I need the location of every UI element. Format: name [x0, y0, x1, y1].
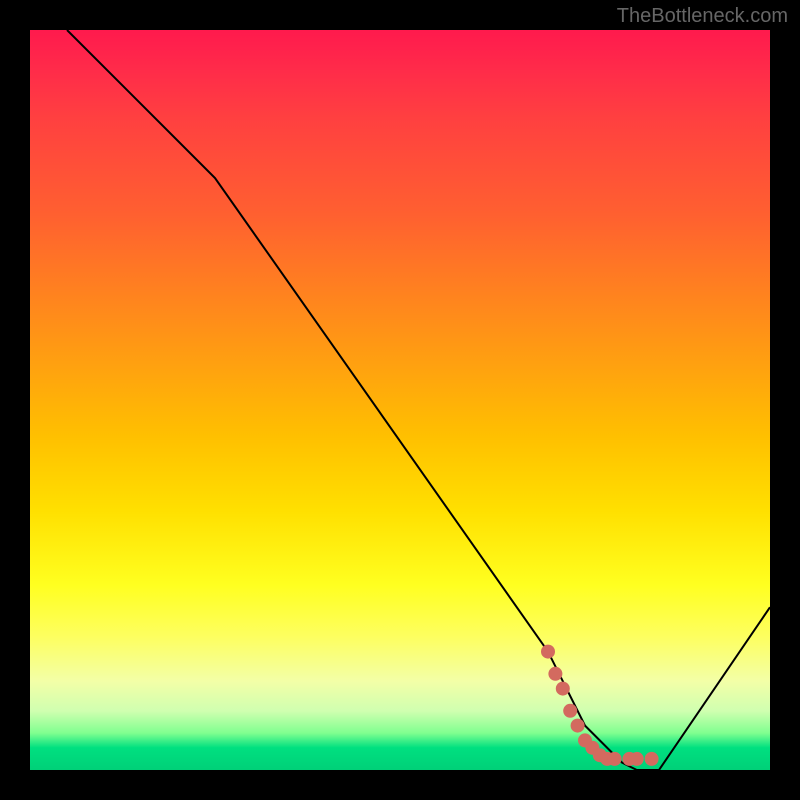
highlight-dot [556, 682, 570, 696]
highlight-dot [571, 719, 585, 733]
bottleneck-curve-line [67, 30, 770, 770]
chart-svg [30, 30, 770, 770]
highlight-dot [645, 752, 659, 766]
highlight-dot [563, 704, 577, 718]
highlight-dot [548, 667, 562, 681]
highlight-dot [608, 752, 622, 766]
highlight-dot [541, 645, 555, 659]
highlight-dot [630, 752, 644, 766]
chart-plot-area [30, 30, 770, 770]
highlight-dots-group [541, 645, 659, 766]
watermark-text: TheBottleneck.com [617, 5, 788, 28]
